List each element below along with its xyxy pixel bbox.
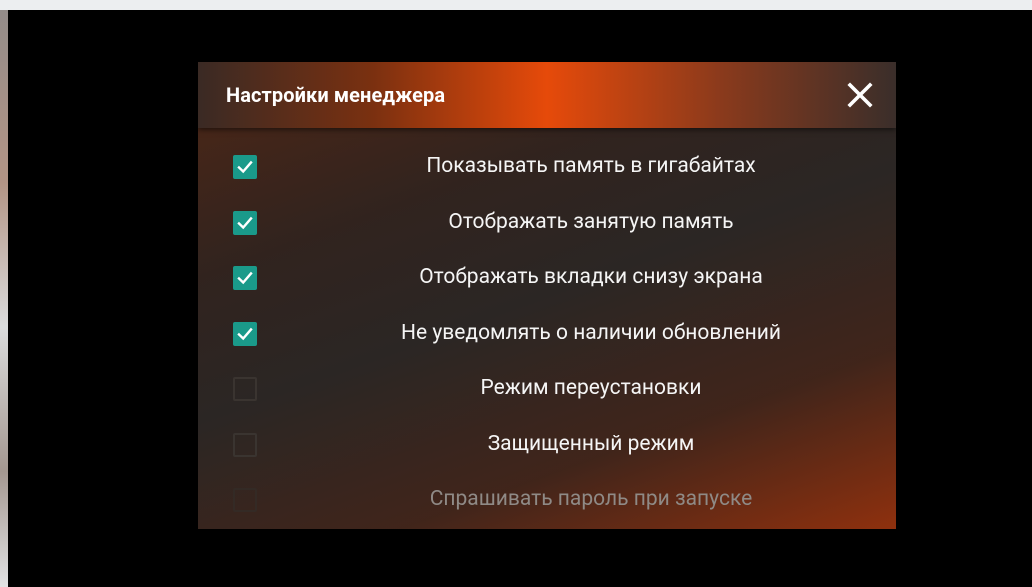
checkbox[interactable]: [233, 432, 257, 457]
option-label: Не уведомлять о наличии обновлений: [401, 320, 781, 345]
checkbox[interactable]: [233, 266, 257, 290]
dialog-title: Настройки менеджера: [226, 83, 446, 107]
manager-settings-dialog: Настройки менеджера Показывать память в …: [198, 62, 896, 529]
checkmark-icon: [237, 216, 253, 229]
option-label: Спрашивать пароль при запуске: [429, 487, 753, 511]
checkmark-icon: [237, 327, 253, 340]
option-label: Режим переустановки: [480, 376, 702, 400]
dialog-header: Настройки менеджера: [198, 62, 896, 128]
close-button[interactable]: [842, 77, 878, 113]
checkmark-icon: [237, 271, 253, 285]
option-show-used-memory[interactable]: Отображать занятую память: [198, 184, 896, 240]
option-label: Защищенный режим: [487, 431, 695, 456]
option-label: Показывать память в гигабайтах: [426, 154, 756, 178]
background-app-edge: [0, 10, 8, 587]
checkmark-icon: [237, 160, 253, 174]
option-ask-password: Спрашивать пароль при запуске: [198, 461, 896, 517]
option-no-update-notify[interactable]: Не уведомлять о наличии обновлений: [198, 295, 896, 351]
checkbox[interactable]: [233, 321, 257, 346]
checkbox: [233, 488, 257, 512]
checkbox[interactable]: [233, 377, 257, 401]
option-protected-mode[interactable]: Защищенный режим: [198, 406, 896, 462]
checkbox[interactable]: [233, 210, 257, 235]
option-show-memory-gb[interactable]: Показывать память в гигабайтах: [198, 128, 896, 184]
close-icon: [847, 82, 873, 108]
option-tabs-bottom[interactable]: Отображать вкладки снизу экрана: [198, 239, 896, 295]
option-reinstall-mode[interactable]: Режим переустановки: [198, 350, 896, 406]
option-label: Отображать вкладки снизу экрана: [419, 265, 763, 289]
option-label: Отображать занятую память: [448, 209, 734, 234]
checkbox[interactable]: [233, 155, 257, 179]
options-list: Показывать память в гигабайтах Отображат…: [198, 128, 896, 517]
